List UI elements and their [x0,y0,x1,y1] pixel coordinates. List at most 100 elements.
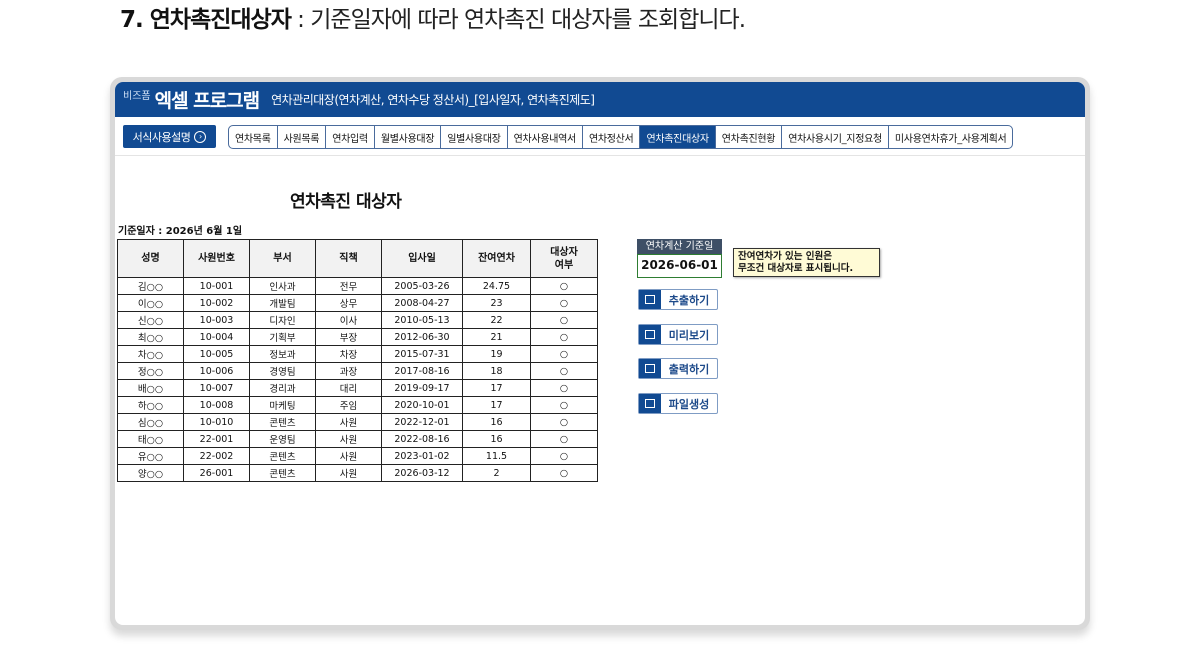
brand-small: 비즈폼 [123,91,151,102]
column-header: 사원번호 [183,239,250,278]
tab-2[interactable]: 연차입력 [326,126,375,148]
table-cell: 콘텐츠 [249,447,316,465]
tab-6[interactable]: 연차정산서 [583,126,641,148]
action-button-0[interactable]: 추출하기 [638,289,718,310]
table-cell: 16 [462,430,531,448]
table-cell: 운영팀 [249,430,316,448]
action-button-1[interactable]: 미리보기 [638,324,718,345]
action-label: 미리보기 [668,328,710,342]
table-cell: 2022-12-01 [381,413,463,431]
table-cell: 19 [462,345,531,363]
tab-7[interactable]: 연차촉진대상자 [640,126,716,148]
action-label: 추출하기 [668,293,710,307]
table-row: 심○○ 10-010 콘텐츠 사원 2022-12-01 16 ○ [117,413,598,431]
table-cell: 2023-01-02 [381,447,463,465]
table-row: 유○○ 22-002 콘텐츠 사원 2023-01-02 11.5 ○ [117,447,598,465]
column-header: 잔여연차 [462,239,531,278]
table-cell: 2010-05-13 [381,311,463,329]
table-cell: 22-001 [183,430,250,448]
column-header: 직책 [315,239,382,278]
table-cell: 22-002 [183,447,250,465]
table-cell: 사원 [315,464,382,482]
table-row: 태○○ 22-001 운영팀 사원 2022-08-16 16 ○ [117,430,598,448]
table-cell: 10-004 [183,328,250,346]
table-cell: 상무 [315,294,382,312]
column-header: 부서 [249,239,316,278]
table-cell: ○ [530,345,598,363]
table-cell: 17 [462,396,531,414]
table-cell: 17 [462,379,531,397]
guide-label: 서식사용설명 [132,130,191,144]
tab-9[interactable]: 연차사용시기_지정요청 [782,126,889,148]
app-subtitle: 연차관리대장(연차계산, 연차수당 정산서)_[입사일자, 연차촉진제도] [271,93,595,107]
table-cell: ○ [530,430,598,448]
table-cell: ○ [530,277,598,295]
target-table: 성명 사원번호 부서 직책 입사일 잔여연차 대상자 여부 김○○ 10-001 인사과 전무 20… [117,239,598,482]
table-cell: 양○○ [117,464,184,482]
heading-bold: 7. 연차촉진대상자 [120,7,292,33]
table-cell: 이사 [315,311,382,329]
guide-button[interactable]: 서식사용설명 › [123,125,216,148]
table-row: 이○○ 10-002 개발팀 상무 2008-04-27 23 ○ [117,294,598,312]
tab-8[interactable]: 연차촉진현황 [716,126,783,148]
reference-date: 기준일자 : 2026년 6월 1일 [118,226,243,237]
table-cell: 인사과 [249,277,316,295]
table-cell: ○ [530,413,598,431]
table-cell: 10-001 [183,277,250,295]
table-cell: 10-008 [183,396,250,414]
table-cell: 심○○ [117,413,184,431]
table-cell: ○ [530,447,598,465]
action-button-3[interactable]: 파일생성 [638,393,718,414]
table-cell: 배○○ [117,379,184,397]
tab-5[interactable]: 연차사용내역서 [508,126,583,148]
table-cell: 주임 [315,396,382,414]
table-cell: 신○○ [117,311,184,329]
page-heading: 7. 연차촉진대상자 : 기준일자에 따라 연차촉진 대상자를 조회합니다. [120,0,746,34]
tab-10[interactable]: 미사용연차휴가_사용계획서 [889,126,1013,148]
sheet-tabs: 연차목록 사원목록 연차입력 월별사용대장 일별사용대장 연차사용내역서 연차정산서 연차촉진… [228,125,1014,149]
chevron-right-circle-icon: › [194,130,207,143]
action-button-2[interactable]: 출력하기 [638,358,718,379]
table-cell: 대리 [315,379,382,397]
table-cell: 10-010 [183,413,250,431]
folder-icon [639,394,661,413]
table-cell: ○ [530,328,598,346]
table-cell: 21 [462,328,531,346]
table-cell: 차○○ [117,345,184,363]
table-cell: 최○○ [117,328,184,346]
table-cell: 경리과 [249,379,316,397]
table-cell: 2 [462,464,531,482]
table-cell: 2026-03-12 [381,464,463,482]
table-cell: 2022-08-16 [381,430,463,448]
table-cell: 이○○ [117,294,184,312]
tab-4[interactable]: 일별사용대장 [441,126,508,148]
table-row: 김○○ 10-001 인사과 전무 2005-03-26 24.75 ○ [117,277,598,295]
tab-0[interactable]: 연차목록 [229,126,278,148]
table-cell: 18 [462,362,531,380]
table-cell: 콘텐츠 [249,413,316,431]
table-cell: 경영팀 [249,362,316,380]
table-cell: ○ [530,396,598,414]
table-cell: ○ [530,311,598,329]
table-row: 최○○ 10-004 기획부 부장 2012-06-30 21 ○ [117,328,598,346]
tab-3[interactable]: 월별사용대장 [375,126,442,148]
heading-rest: : 기준일자에 따라 연차촉진 대상자를 조회합니다. [290,7,746,33]
table-cell: 10-003 [183,311,250,329]
divider [115,155,1085,156]
table-cell: 2005-03-26 [381,277,463,295]
table-cell: 16 [462,413,531,431]
table-cell: 정○○ [117,362,184,380]
tab-1[interactable]: 사원목록 [278,126,327,148]
table-cell: 차장 [315,345,382,363]
print-icon [639,359,661,378]
table-cell: ○ [530,464,598,482]
table-cell: 기획부 [249,328,316,346]
calc-date-input[interactable]: 2026-06-01 [637,254,722,278]
table-cell: 24.75 [462,277,531,295]
table-cell: 부장 [315,328,382,346]
action-label: 파일생성 [668,397,710,411]
table-cell: 10-005 [183,345,250,363]
table-cell: 디자인 [249,311,316,329]
copy-icon [639,290,661,309]
table-cell: 개발팀 [249,294,316,312]
